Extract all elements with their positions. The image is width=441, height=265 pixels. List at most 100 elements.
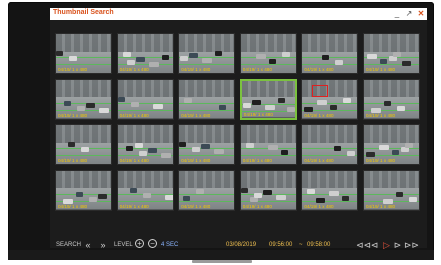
thumbnail-scene [302, 34, 358, 52]
thumbnail-scene [364, 125, 419, 143]
thumbnail-scene [179, 170, 235, 189]
search-back-icon[interactable]: « [82, 239, 94, 251]
thumbnail-guide-line [179, 109, 235, 111]
thumbnail-tile[interactable]: 04/19/ 1 x 480 [363, 124, 420, 165]
thumbnail-vehicle [76, 191, 83, 197]
maximize-icon[interactable]: ↗ [404, 8, 414, 20]
fast-forward-icon[interactable]: ⊳⊳ [404, 239, 419, 251]
thumbnail-caption: 04/19/ 1 x 480 [119, 203, 149, 209]
thumbnail-tile[interactable]: 04/19/ 1 x 480 [116, 169, 174, 211]
thumbnail-vehicle [147, 148, 157, 153]
thumbnail-caption: 04/19/ 1 x 480 [366, 112, 396, 118]
thumbnail-guide-line [179, 155, 235, 156]
thumbnail-caption: 04/19/ 1 x 480 [119, 158, 149, 163]
thumbnail-tile[interactable]: 04/19/ 1 x 480 [363, 169, 420, 211]
thumbnail-vehicle [384, 100, 391, 106]
thumbnail-caption: 04/19/ 1 x 480 [304, 158, 334, 163]
thumbnail-tile[interactable]: 04/19/ 1 x 480 [178, 78, 236, 120]
thumbnail-vehicle [214, 149, 225, 154]
thumbnail-tile[interactable]: 04/19/ 1 x 480 [116, 33, 174, 74]
thumbnail-caption: 04/19/ 1 x 480 [366, 67, 396, 72]
thumbnail-scene [302, 79, 358, 98]
date-value: 03/08/2019 [226, 242, 257, 248]
thumbnail-tile[interactable]: 04/19/ 1 x 480 [178, 169, 236, 211]
thumbnail-caption: 04/19/ 1 x 480 [366, 203, 396, 209]
thumbnail-vehicle [242, 102, 251, 108]
thumbnail-vehicle [251, 99, 261, 105]
thumbnail-scene [179, 79, 235, 98]
thumbnail-vehicle [180, 56, 189, 61]
thumbnail-vehicle [277, 97, 285, 103]
time-end: 09:58:00 [307, 242, 331, 248]
thumbnail-tile[interactable]: 04/19/ 1 x 480 [116, 78, 174, 120]
thumbnail-vehicle [393, 52, 401, 57]
thumbnail-vehicle [134, 143, 143, 148]
thumbnail-scene [241, 80, 295, 98]
thumbnail-guide-line [117, 200, 173, 202]
thumbnail-tile[interactable]: 04/19/ 1 x 480 [55, 33, 112, 74]
thumbnail-tile[interactable]: 04/19/ 1 x 480 [301, 169, 359, 211]
thumbnail-tile[interactable]: 04/19/ 1 x 480 [363, 33, 420, 74]
thumbnail-caption: 04/19/ 1 x 480 [304, 203, 334, 209]
thumbnail-tile[interactable]: 04/19/ 1 x 480 [239, 124, 297, 165]
window-titlebar[interactable]: Thumbnail Search _ ↗ ✕ [50, 8, 427, 20]
thumbnail-guide-line [240, 64, 296, 65]
monitor-stand [192, 260, 252, 263]
thumbnail-tile[interactable]: 04/19/ 1 x 480 [239, 78, 297, 120]
thumbnail-guide-line [117, 64, 173, 65]
thumbnail-guide-line [240, 155, 296, 156]
thumbnail-vehicle [138, 151, 147, 156]
play-icon[interactable]: ▷ [382, 239, 391, 251]
search-forward-icon[interactable]: » [97, 239, 109, 251]
zoom-out-icon[interactable]: − [148, 239, 157, 248]
thumbnail-guide-line [179, 102, 235, 104]
thumbnail-vehicle [69, 56, 77, 61]
thumbnail-tile[interactable]: 04/19/ 1 x 480 [301, 124, 359, 165]
thumbnail-tile[interactable]: 04/19/ 1 x 480 [55, 124, 112, 165]
thumbnail-caption: 04/19/ 1 x 480 [243, 111, 273, 117]
thumbnail-tile[interactable]: 04/19/ 1 x 480 [239, 169, 297, 211]
minimize-icon[interactable]: _ [392, 8, 402, 20]
zoom-in-icon[interactable]: + [135, 239, 144, 248]
thumbnail-vehicle [240, 187, 248, 193]
thumbnail-vehicle [335, 60, 344, 65]
thumbnail-tile[interactable]: 04/19/ 1 x 480 [55, 169, 112, 211]
thumbnail-vehicle [201, 144, 211, 149]
thumbnail-grid: 04/19/ 1 x 480 04/19/ 1 x 480 04/19/ 1 x 4… [55, 33, 421, 220]
thumbnail-vehicle [405, 143, 413, 148]
thumbnail-vehicle [396, 191, 403, 197]
thumbnail-vehicle [129, 187, 137, 193]
thumbnail-vehicle [125, 146, 133, 151]
thumbnail-tile[interactable]: 04/19/ 1 x 480 [301, 33, 359, 74]
thumbnail-vehicle [316, 197, 326, 203]
fast-rewind-icon[interactable]: ⊲⊲ [356, 239, 371, 251]
thumbnail-scene [302, 170, 358, 189]
thumbnail-tile[interactable]: 04/19/ 1 x 480 [116, 124, 174, 165]
thumbnail-scene [56, 170, 111, 189]
thumbnail-vehicle [322, 55, 330, 60]
thumbnail-vehicle [268, 59, 276, 64]
thumbnail-vehicle [184, 97, 193, 103]
thumbnail-tile[interactable]: 04/19/ 1 x 480 [363, 78, 420, 120]
thumbnail-vehicle [202, 58, 213, 63]
thumbnail-vehicle [329, 190, 340, 196]
thumbnail-vehicle [245, 143, 254, 148]
thumbnail-vehicle [196, 188, 205, 194]
thumbnail-tile[interactable]: 04/19/ 1 x 480 [178, 33, 236, 74]
thumbnail-tile[interactable]: 04/19/ 1 x 480 [178, 124, 236, 165]
thumbnail-caption: 04/19/ 1 x 480 [242, 203, 272, 209]
step-forward-icon[interactable]: ⊳ [393, 239, 402, 251]
thumbnail-tile[interactable]: 04/19/ 1 x 480 [55, 78, 112, 120]
thumbnail-tile[interactable]: 04/19/ 1 x 480 [239, 33, 297, 74]
thumbnail-tile[interactable]: 04/19/ 1 x 480 [301, 78, 359, 120]
step-back-icon[interactable]: ⊲ [370, 239, 379, 251]
thumbnail-search-window: Thumbnail Search _ ↗ ✕ 04/19/ 1 x 480 04/… [50, 8, 427, 251]
thumbnail-guide-line [56, 57, 111, 58]
close-icon[interactable]: ✕ [416, 8, 426, 20]
thumbnail-caption: 04/19/ 1 x 480 [58, 203, 88, 209]
thumbnail-vehicle [77, 105, 85, 111]
thumbnail-vehicle [183, 195, 191, 201]
thumbnail-vehicle [397, 105, 405, 111]
thumbnail-vehicle [342, 195, 350, 201]
thumbnail-vehicle [86, 102, 95, 108]
